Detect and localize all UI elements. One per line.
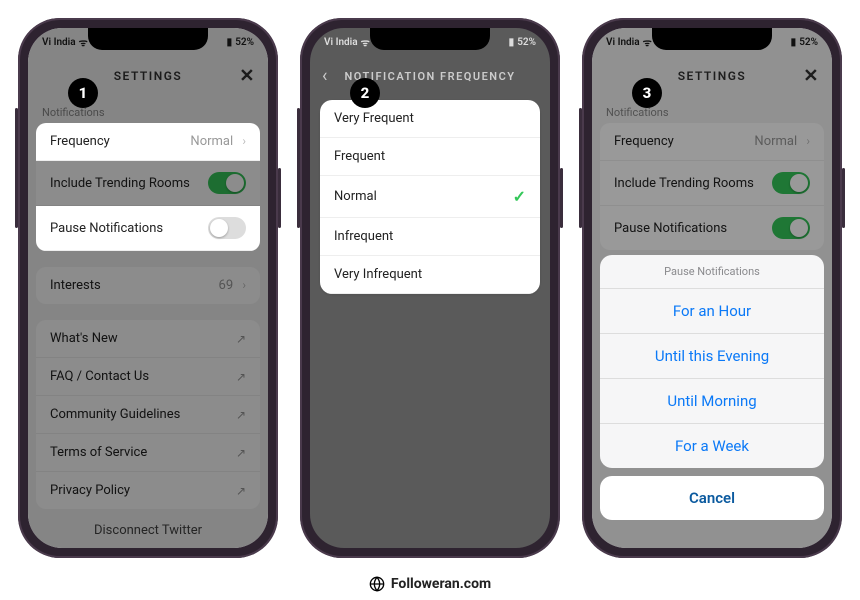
- battery-icon: ▮: [227, 37, 233, 48]
- pause-option-hour[interactable]: For an Hour: [600, 289, 824, 334]
- footer-text: Followeran.com: [391, 576, 491, 592]
- pause-label: Pause Notifications: [50, 221, 163, 236]
- carrier-label: Vi India: [324, 37, 358, 48]
- freq-option-very-frequent[interactable]: Very Frequent: [320, 100, 540, 138]
- navbar: SETTINGS ✕: [28, 56, 268, 96]
- interests-count: 69: [219, 278, 234, 293]
- freq-option-very-infrequent[interactable]: Very Infrequent: [320, 256, 540, 294]
- whats-new-label: What's New: [50, 331, 118, 346]
- pause-toggle[interactable]: [208, 217, 246, 239]
- sheet-title: Pause Notifications: [600, 255, 824, 289]
- wifi-icon: ᯤ: [643, 35, 652, 49]
- frequency-row[interactable]: Frequency Normal ›: [36, 123, 260, 161]
- chevron-right-icon: ›: [242, 134, 246, 148]
- back-icon[interactable]: ‹: [322, 66, 329, 87]
- freq-option-frequent[interactable]: Frequent: [320, 138, 540, 176]
- notch: [370, 28, 490, 50]
- wifi-icon: ᯤ: [361, 35, 370, 49]
- external-icon: ↗: [236, 332, 246, 346]
- step-number: 1: [79, 84, 88, 102]
- phone-2: Vi India ᯤ 4:57 PM ▮ 52% ‹ NOTIFICATION …: [300, 18, 560, 558]
- tos-label: Terms of Service: [50, 445, 147, 460]
- external-icon: ↗: [236, 370, 246, 384]
- notifications-section-label: Notifications: [28, 96, 268, 123]
- navbar: ‹ NOTIFICATION FREQUENCY: [310, 56, 550, 96]
- tos-row[interactable]: Terms of Service ↗: [36, 434, 260, 472]
- action-sheet-backdrop[interactable]: Pause Notifications For an Hour Until th…: [592, 28, 832, 548]
- notch: [88, 28, 208, 50]
- chevron-right-icon: ›: [242, 278, 246, 292]
- pause-option-evening[interactable]: Until this Evening: [600, 334, 824, 379]
- trending-toggle[interactable]: [208, 172, 246, 194]
- freq-label: Normal: [334, 189, 377, 204]
- guidelines-row[interactable]: Community Guidelines ↗: [36, 396, 260, 434]
- battery-icon: ▮: [791, 37, 797, 48]
- privacy-row[interactable]: Privacy Policy ↗: [36, 472, 260, 509]
- whats-new-row[interactable]: What's New ↗: [36, 320, 260, 358]
- step-badge-3: 3: [632, 78, 662, 108]
- globe-icon: [369, 576, 385, 592]
- pause-option-week[interactable]: For a Week: [600, 424, 824, 468]
- battery-icon: ▮: [509, 37, 515, 48]
- carrier-label: Vi India: [42, 37, 76, 48]
- phone-3: Vi India ᯤ 4:59 PM ▮ 52% SETTINGS ✕ 3 No…: [582, 18, 842, 558]
- freq-label: Very Infrequent: [334, 267, 422, 282]
- interests-label: Interests: [50, 278, 101, 293]
- freq-label: Frequent: [334, 149, 385, 164]
- step-number: 2: [361, 84, 370, 102]
- freq-label: Infrequent: [334, 229, 393, 244]
- pause-option-morning[interactable]: Until Morning: [600, 379, 824, 424]
- battery-pct: 52%: [799, 37, 818, 48]
- pause-row[interactable]: Pause Notifications: [36, 206, 260, 251]
- step-number: 3: [643, 84, 652, 102]
- external-icon: ↗: [236, 446, 246, 460]
- links-group: What's New ↗ FAQ / Contact Us ↗ Communit…: [36, 320, 260, 509]
- wifi-icon: ᯤ: [79, 35, 88, 49]
- freq-option-normal[interactable]: Normal ✓: [320, 176, 540, 218]
- pause-cancel-button[interactable]: Cancel: [600, 476, 824, 520]
- phone-1: Vi India ᯤ 4:59 PM ▮ 52% SETTINGS ✕ 1 No…: [18, 18, 278, 558]
- freq-option-infrequent[interactable]: Infrequent: [320, 218, 540, 256]
- interests-group: Interests 69 ›: [36, 267, 260, 304]
- frequency-label: Frequency: [50, 134, 110, 149]
- external-icon: ↗: [236, 408, 246, 422]
- frequency-value: Normal: [190, 134, 233, 149]
- footer: Followeran.com: [0, 576, 860, 592]
- step-badge-2: 2: [350, 78, 380, 108]
- battery-pct: 52%: [235, 37, 254, 48]
- page-title: SETTINGS: [114, 69, 183, 83]
- freq-label: Very Frequent: [334, 111, 414, 126]
- faq-label: FAQ / Contact Us: [50, 369, 149, 384]
- interests-row[interactable]: Interests 69 ›: [36, 267, 260, 304]
- trending-label: Include Trending Rooms: [50, 176, 190, 191]
- check-icon: ✓: [513, 187, 526, 206]
- disconnect-twitter[interactable]: Disconnect Twitter: [28, 509, 268, 548]
- frequency-options-card: Very Frequent Frequent Normal ✓ Infreque…: [320, 100, 540, 294]
- notch: [652, 28, 772, 50]
- pause-action-sheet: Pause Notifications For an Hour Until th…: [600, 255, 824, 468]
- trending-row[interactable]: Include Trending Rooms: [36, 161, 260, 206]
- faq-row[interactable]: FAQ / Contact Us ↗: [36, 358, 260, 396]
- notifications-group: Frequency Normal › Include Trending Room…: [36, 123, 260, 251]
- battery-pct: 52%: [517, 37, 536, 48]
- external-icon: ↗: [236, 484, 246, 498]
- step-badge-1: 1: [68, 78, 98, 108]
- carrier-label: Vi India: [606, 37, 640, 48]
- privacy-label: Privacy Policy: [50, 483, 130, 498]
- close-icon[interactable]: ✕: [239, 66, 256, 87]
- guidelines-label: Community Guidelines: [50, 407, 180, 422]
